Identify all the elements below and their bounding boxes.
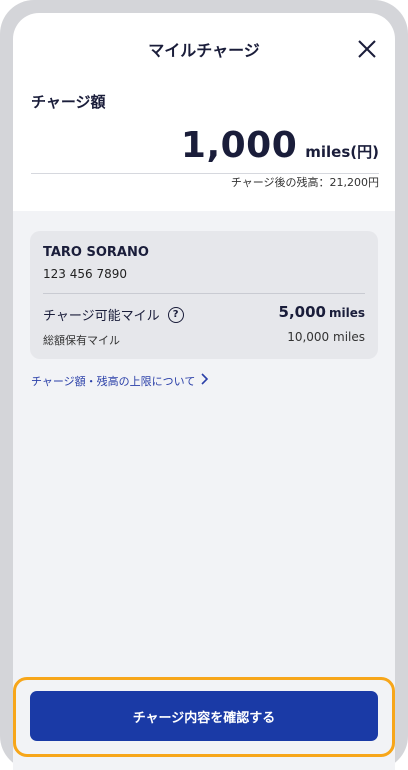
close-icon bbox=[358, 40, 376, 58]
chargeable-miles-label-row: チャージ可能マイル ? bbox=[43, 305, 184, 324]
total-miles-value: 10,000 miles bbox=[287, 330, 365, 344]
charge-amount-value: 1,000 bbox=[180, 125, 298, 166]
charge-amount-unit: miles(円) bbox=[305, 143, 379, 161]
charge-amount-label: チャージ額 bbox=[31, 93, 106, 111]
charge-limit-link[interactable]: チャージ額・残高の上限について bbox=[31, 373, 209, 389]
charge-amount-field[interactable]: 1,000 miles(円) bbox=[181, 125, 379, 166]
chargeable-miles-value: 5,000 miles bbox=[279, 303, 365, 321]
mileage-card: TARO SORANO 123 456 7890 チャージ可能マイル ? 5,0… bbox=[30, 231, 378, 359]
help-icon[interactable]: ? bbox=[167, 306, 184, 323]
chargeable-miles-number: 5,000 bbox=[278, 303, 326, 321]
card-number: 123 456 7890 bbox=[43, 267, 127, 281]
total-miles-label: 総額保有マイル bbox=[43, 334, 120, 347]
card-holder-name: TARO SORANO bbox=[43, 245, 149, 260]
screen: マイルチャージ チャージ額 1,000 miles(円) チャージ後の残高：21… bbox=[13, 13, 395, 770]
charge-limit-link-label: チャージ額・残高の上限について bbox=[31, 375, 196, 388]
page-title: マイルチャージ bbox=[148, 41, 260, 60]
card-divider bbox=[43, 293, 365, 294]
confirm-charge-button[interactable]: チャージ内容を確認する bbox=[30, 691, 378, 741]
balance-after-charge: チャージ後の残高：21,200円 bbox=[230, 176, 379, 189]
close-button[interactable] bbox=[357, 39, 377, 59]
chevron-right-icon bbox=[201, 373, 209, 389]
chargeable-miles-label: チャージ可能マイル bbox=[43, 309, 160, 324]
chargeable-miles-unit: miles bbox=[328, 306, 365, 320]
device-frame: マイルチャージ チャージ額 1,000 miles(円) チャージ後の残高：21… bbox=[0, 0, 408, 770]
header: マイルチャージ bbox=[13, 13, 395, 85]
